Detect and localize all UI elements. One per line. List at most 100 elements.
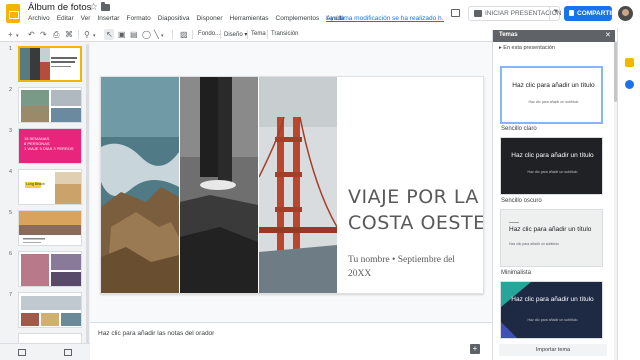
present-button[interactable]: INICIAR PRESENTACIÓN ▼ (468, 6, 561, 21)
present-icon (474, 10, 482, 17)
keep-icon[interactable] (625, 58, 634, 67)
comment-icon[interactable] (451, 9, 460, 17)
menu-herramientas[interactable]: Herramientas (230, 15, 269, 22)
chevron-down-icon[interactable]: ▾ (161, 32, 164, 41)
chevron-down-icon[interactable]: ▼ (553, 9, 559, 15)
filmstrip: 1 2 3 18 SEMANAS 8 PERSONAS 1 VIAJE 5 DÍ… (0, 42, 90, 343)
slide-thumbnail-4[interactable]: Long Beach (18, 169, 82, 205)
current-slide[interactable]: VIAJE POR LA COSTA OESTE Tu nombre • Sep… (100, 76, 484, 294)
share-button[interactable]: COMPARTIR (564, 6, 616, 21)
menu-ver[interactable]: Ver (81, 15, 91, 22)
line-icon[interactable]: ╲ (154, 30, 159, 39)
slide-6-preview (19, 252, 81, 286)
theme-card-title: Haz clic para añadir un título (512, 82, 595, 89)
coast-rocks-photo[interactable] (101, 77, 179, 294)
new-slide-icon[interactable]: + (8, 30, 13, 39)
slide-number: 1 (9, 46, 13, 52)
slide-thumbnail-1[interactable] (18, 46, 82, 82)
theme-button[interactable]: Tema (251, 31, 266, 37)
background-button[interactable]: Fondo... (198, 31, 220, 37)
zoom-icon[interactable]: ⚲ (84, 30, 90, 39)
slide-thumbnail-8[interactable] (18, 333, 82, 343)
slide-7-preview (19, 293, 81, 327)
slides-logo-icon[interactable] (6, 4, 20, 23)
cursor-icon: ↖ (106, 30, 113, 39)
slide-2-preview (19, 88, 81, 122)
star-icon[interactable]: ☆ (89, 2, 98, 13)
folder-icon[interactable] (101, 2, 110, 11)
print-icon[interactable]: ⎙ (53, 30, 59, 39)
last-edit-link[interactable]: La última modificación se ha realizado h… (326, 15, 444, 22)
slide-thumbnail-6[interactable] (18, 251, 82, 287)
theme-name: Sencillo oscuro (501, 198, 542, 204)
document-title[interactable]: Álbum de fotos (28, 2, 91, 13)
explore-icon[interactable]: + (470, 344, 480, 354)
layout-button[interactable]: Diseño ▾ (224, 31, 247, 38)
slide-subtitle-line: 20XX (348, 269, 372, 279)
theme-card-simple-light[interactable]: Haz clic para añadir un título Haz clic … (500, 66, 603, 124)
share-label: COMPARTIR (577, 9, 616, 17)
golden-gate-bridge-photo[interactable] (259, 77, 337, 294)
paint-format-icon[interactable]: ⌘ (65, 30, 73, 39)
slide-number: 7 (9, 292, 13, 298)
view-switcher (0, 343, 90, 360)
chevron-down-icon[interactable]: ▾ (93, 32, 96, 41)
undo-icon[interactable]: ↶ (28, 30, 35, 39)
tasks-icon[interactable] (625, 80, 634, 89)
import-theme-label: Importar tema (535, 346, 571, 353)
slide-5-preview (19, 211, 81, 245)
legs-on-rock-photo[interactable] (180, 77, 258, 294)
transition-button[interactable]: Transición (271, 31, 298, 37)
slide-number: 4 (9, 169, 13, 175)
menu-complementos[interactable]: Complementos (276, 15, 320, 22)
theme-card-minimalist[interactable]: Haz clic para añadir un título Haz clic … (500, 209, 603, 267)
slide-3-line: 5 DÍAS (39, 146, 53, 151)
slide-number: 3 (9, 128, 13, 134)
grid-view-icon[interactable] (64, 349, 72, 356)
menu-disponer[interactable]: Disponer (196, 15, 222, 22)
slide-3-text: 18 SEMANAS 8 PERSONAS 1 VIAJE 5 DÍAS 3 P… (24, 136, 74, 151)
speaker-notes[interactable]: Haz clic para añadir las notas del orado… (90, 322, 492, 360)
theme-name: Minimalista (501, 270, 532, 276)
slide-3-line: 1 VIAJE (24, 146, 39, 151)
textbox-icon[interactable]: ▣ (118, 30, 126, 39)
image-icon[interactable]: ▤ (130, 30, 138, 39)
toolbar-divider (192, 30, 193, 39)
slide-title[interactable]: VIAJE POR LA COSTA OESTE (348, 184, 484, 236)
filmstrip-scrollbar[interactable] (86, 44, 89, 354)
slide-thumbnail-3[interactable]: 18 SEMANAS 8 PERSONAS 1 VIAJE 5 DÍAS 3 P… (18, 128, 82, 164)
menu-archivo[interactable]: Archivo (28, 15, 50, 22)
chevron-down-icon[interactable]: ▾ (16, 32, 19, 41)
themes-section-label[interactable]: ▸ En esta presentación (499, 45, 555, 51)
shape-icon[interactable]: ◯ (142, 30, 151, 39)
menu-editar[interactable]: Editar (57, 15, 74, 22)
themes-panel-header: Temas ✕ (493, 30, 615, 42)
slide-thumbnail-5[interactable] (18, 210, 82, 246)
avatar[interactable] (618, 6, 633, 21)
themes-section-text: En esta presentación (503, 45, 555, 51)
slide-thumbnail-7[interactable] (18, 292, 82, 328)
slide-thumbnail-2[interactable] (18, 87, 82, 123)
side-rail (617, 28, 640, 360)
slide-title-line: COSTA OESTE (348, 212, 484, 234)
close-icon[interactable]: ✕ (605, 31, 611, 39)
menu-diapositiva[interactable]: Diapositiva (158, 15, 190, 22)
theme-card-subtitle: Haz clic para añadir un subtítulo (509, 242, 559, 246)
add-comment-icon[interactable]: ▨ (180, 30, 188, 39)
theme-card-focus[interactable]: Haz clic para añadir un título Haz clic … (500, 281, 603, 339)
themes-panel: Temas ✕ ▸ En esta presentación Haz clic … (492, 30, 615, 360)
import-theme-button[interactable]: Importar tema (499, 344, 607, 356)
slide-number: 2 (9, 87, 13, 93)
slide-1-preview (20, 48, 77, 80)
slide-subtitle[interactable]: Tu nombre • Septiembre del 20XX (348, 253, 482, 281)
redo-icon[interactable]: ↷ (40, 30, 47, 39)
menu-insertar[interactable]: Insertar (97, 15, 119, 22)
menu-bar: Archivo Editar Ver Insertar Formato Diap… (28, 15, 352, 22)
filmstrip-view-icon[interactable] (18, 349, 26, 356)
theme-card-simple-dark[interactable]: Haz clic para añadir un título Haz clic … (500, 137, 603, 195)
menu-formato[interactable]: Formato (126, 15, 150, 22)
theme-card-subtitle: Haz clic para añadir un subtítulo (528, 100, 579, 104)
app-header: Álbum de fotos ☆ Archivo Editar Ver Inse… (0, 0, 640, 28)
present-divider (549, 7, 550, 20)
slide-4-label: Long Beach (26, 182, 45, 186)
